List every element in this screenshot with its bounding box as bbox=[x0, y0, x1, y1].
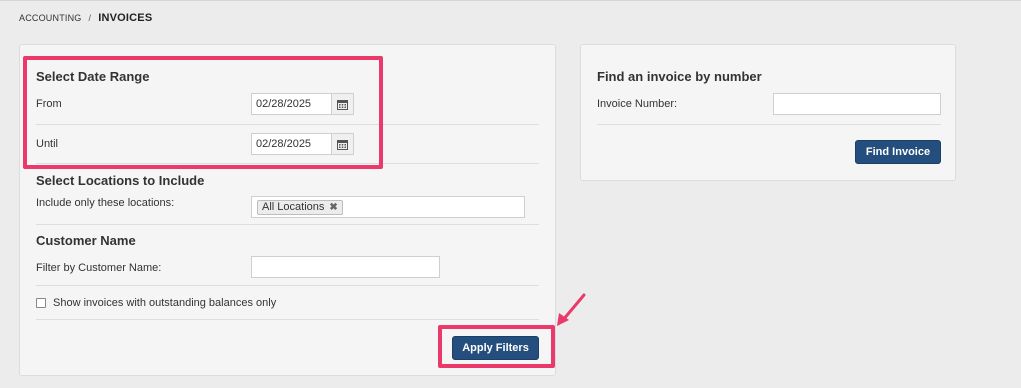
outstanding-balance-checkbox[interactable] bbox=[36, 298, 46, 308]
invoice-number-input[interactable] bbox=[773, 93, 941, 115]
breadcrumb-separator: / bbox=[88, 13, 92, 23]
divider bbox=[36, 224, 539, 225]
breadcrumb-parent-link[interactable]: ACCOUNTING bbox=[19, 13, 82, 23]
find-invoice-panel: Find an invoice by number Invoice Number… bbox=[580, 44, 956, 181]
locations-title: Select Locations to Include bbox=[36, 173, 205, 188]
location-tag-label: All Locations bbox=[262, 201, 325, 213]
invoice-number-label: Invoice Number: bbox=[597, 98, 678, 110]
divider bbox=[597, 124, 941, 125]
customer-title: Customer Name bbox=[36, 233, 136, 248]
divider bbox=[36, 285, 539, 286]
locations-label: Include only these locations: bbox=[36, 197, 175, 209]
find-invoice-button[interactable]: Find Invoice bbox=[855, 140, 941, 164]
date-range-highlight bbox=[23, 56, 383, 169]
customer-name-input[interactable] bbox=[251, 256, 440, 278]
top-divider bbox=[0, 0, 1021, 1]
divider bbox=[36, 319, 539, 320]
outstanding-balance-label: Show invoices with outstanding balances … bbox=[53, 297, 277, 309]
remove-tag-icon[interactable]: ✖ bbox=[329, 201, 337, 214]
location-tag: All Locations ✖ bbox=[257, 200, 343, 215]
locations-multiselect[interactable]: All Locations ✖ bbox=[251, 196, 525, 218]
breadcrumb: ACCOUNTING / INVOICES bbox=[19, 12, 152, 24]
page-title: INVOICES bbox=[98, 12, 153, 24]
customer-label: Filter by Customer Name: bbox=[36, 262, 162, 274]
find-invoice-title: Find an invoice by number bbox=[597, 69, 762, 84]
arrow-icon bbox=[557, 293, 586, 326]
apply-button-highlight bbox=[438, 325, 555, 368]
